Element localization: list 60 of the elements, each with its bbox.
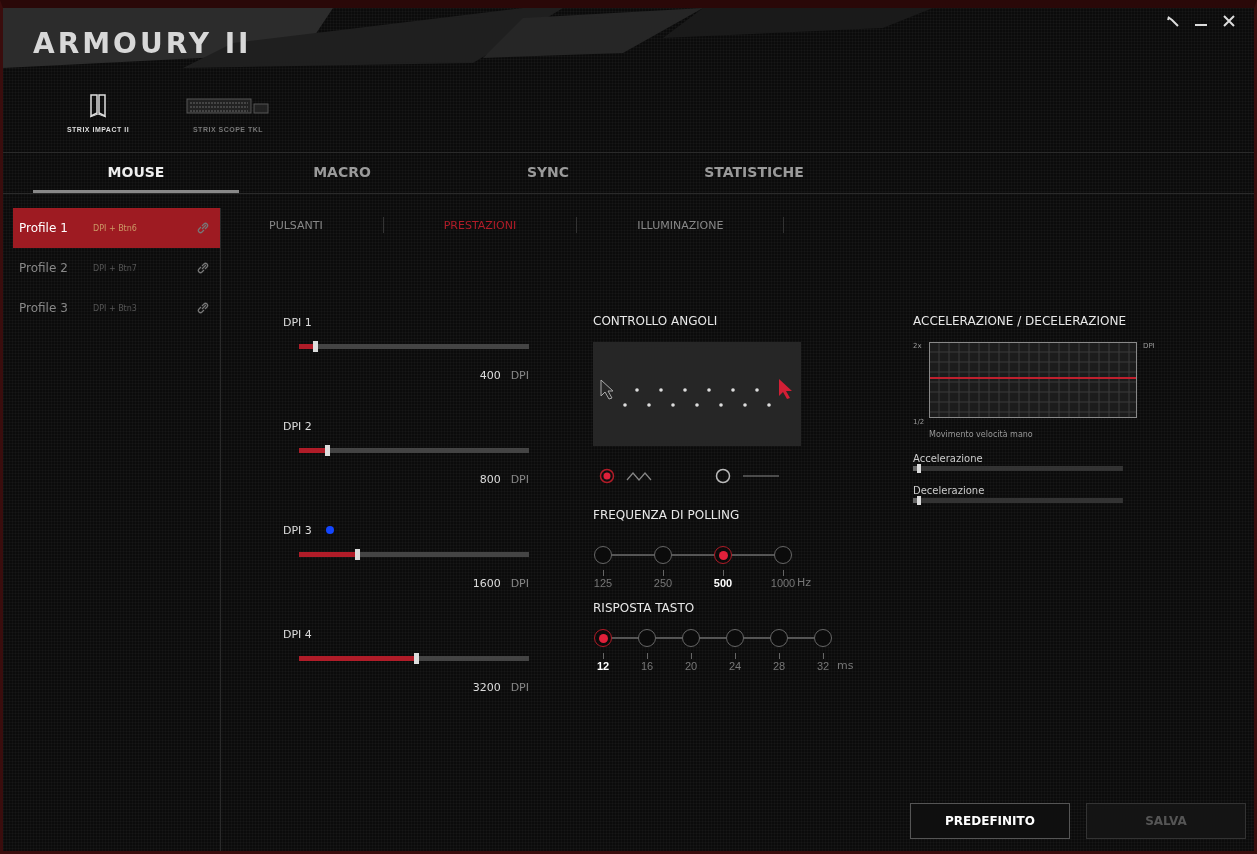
profile-name: Profile 2	[19, 261, 69, 275]
dpi-label: DPI 4	[283, 627, 312, 641]
dpi-slider[interactable]	[299, 344, 529, 349]
profile-binding: DPI + Btn6	[93, 223, 138, 233]
slider-label: Accelerazione	[913, 453, 984, 464]
section-title: CONTROLLO ANGOLI	[593, 314, 719, 328]
section-title: FREQUENZA DI POLLING	[593, 508, 741, 522]
step-option[interactable]: 28	[769, 629, 789, 672]
dpi-slider[interactable]	[299, 656, 529, 661]
main-tab[interactable]: STATISTICHE	[651, 153, 857, 193]
profile-binding: DPI + Btn7	[93, 263, 138, 273]
dpi-value: 800	[479, 473, 501, 486]
dpi-value: 3200	[472, 681, 501, 694]
action-button[interactable]: PREDEFINITO	[910, 803, 1070, 839]
unit-label: DPI	[510, 577, 529, 590]
step-option[interactable]: 24	[725, 629, 745, 672]
section-title: ACCELERAZIONE / DECELERAZIONE	[913, 314, 1127, 328]
sub-tab[interactable]: PRESTAZIONI	[443, 218, 517, 232]
axis-label: Movimento velocità mano	[929, 430, 1034, 439]
unit-label: DPI	[510, 473, 529, 486]
sub-tab[interactable]: ILLUMINAZIONE	[637, 218, 724, 232]
main-tab[interactable]: SYNC	[445, 153, 651, 193]
step-option[interactable]: 12	[593, 629, 613, 672]
step-option[interactable]: 16	[637, 629, 657, 672]
link-icon[interactable]	[196, 261, 210, 275]
sub-tab[interactable]: PULSANTI	[269, 218, 323, 232]
dpi-label: DPI 3	[283, 523, 312, 537]
section-title: RISPOSTA TASTO	[593, 601, 696, 615]
profile-item[interactable]: Profile 2 DPI + Btn7	[13, 248, 220, 288]
step-option[interactable]: 1000	[773, 546, 793, 589]
profile-binding: DPI + Btn3	[93, 303, 138, 313]
step-option[interactable]: 125	[593, 546, 613, 589]
slider[interactable]	[913, 466, 1123, 471]
unit-label: DPI	[510, 681, 529, 694]
dpi-label: DPI 2	[283, 419, 312, 433]
main-tab[interactable]: MOUSE	[33, 153, 239, 193]
unit-label: Hz	[797, 576, 812, 589]
step-option[interactable]: 500	[713, 546, 733, 589]
link-icon[interactable]	[196, 301, 210, 315]
main-tab[interactable]: MACRO	[239, 153, 445, 193]
unit-label: DPI	[510, 369, 529, 382]
profile-name: Profile 3	[19, 301, 69, 315]
slider-label: Decelerazione	[913, 485, 986, 496]
app-logo: ARMOURY II	[33, 26, 252, 60]
step-option[interactable]: 250	[653, 546, 673, 589]
slider[interactable]	[913, 498, 1123, 503]
dpi-value: 1600	[472, 577, 501, 590]
profile-item[interactable]: Profile 3 DPI + Btn3	[13, 288, 220, 328]
dpi-slider[interactable]	[299, 552, 529, 557]
dpi-slider[interactable]	[299, 448, 529, 453]
unit-label: ms	[837, 659, 854, 672]
step-option[interactable]: 20	[681, 629, 701, 672]
dpi-value: 400	[479, 369, 501, 382]
step-option[interactable]: 32	[813, 629, 833, 672]
profile-name: Profile 1	[19, 221, 69, 235]
dpi-label: DPI 1	[283, 315, 312, 329]
close-icon[interactable]	[1222, 14, 1236, 28]
radio-button[interactable]	[599, 468, 615, 484]
profile-item[interactable]: Profile 1 DPI + Btn6	[13, 208, 220, 248]
radio-button[interactable]	[715, 468, 731, 484]
